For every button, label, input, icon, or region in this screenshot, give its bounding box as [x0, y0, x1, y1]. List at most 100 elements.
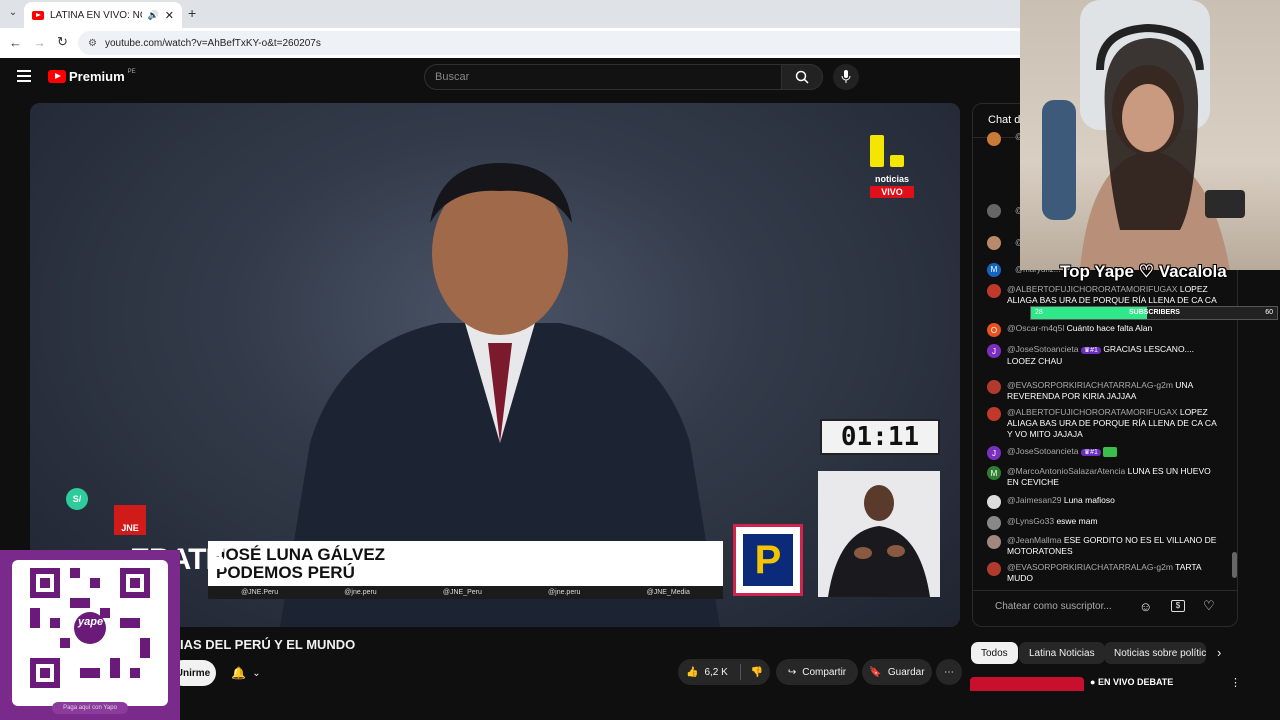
- member-badge-rank: #1: [1090, 347, 1098, 354]
- candidate-party: PODEMOS PERÚ: [216, 563, 355, 582]
- share-label: Compartir: [802, 666, 847, 678]
- youtube-logo-icon: [48, 70, 66, 83]
- new-tab-icon[interactable]: +: [188, 5, 196, 21]
- socials-strip: @JNE.Peru @jne.peru @JNE_Peru @jne.peru …: [208, 586, 723, 599]
- hamburger-menu-icon[interactable]: [17, 70, 31, 82]
- member-badge: ♛#1: [1080, 449, 1101, 456]
- url-text: youtube.com/watch?v=AhBefTxKY-o&t=260207…: [104, 37, 321, 49]
- yape-coin-icon: S/: [66, 488, 88, 510]
- chat-message: @EVASORPORKIRIACHATARRALAG-g2m UNA REVER…: [987, 380, 1217, 402]
- latina-logo-text: noticias: [874, 174, 909, 184]
- chat-avatar: M: [987, 466, 1001, 480]
- chat-author[interactable]: @JoseSotoancieta: [1007, 446, 1078, 456]
- chat-message: @ALBERTOFUJICHORORATAMORIFUGAX LOPEZ ALI…: [987, 407, 1217, 440]
- search-button[interactable]: [781, 64, 823, 90]
- chat-scrollbar[interactable]: [1232, 552, 1237, 578]
- tab-list-chevron-icon[interactable]: ⌄: [6, 7, 20, 21]
- related-video-title[interactable]: ● EN VIVO DEBATE: [1090, 677, 1173, 687]
- bookmark-icon: 🔖: [869, 666, 882, 678]
- member-badge-rank: #1: [1090, 449, 1098, 456]
- stream-goal-overlay: Top Yape ♡ Vacalola 28 SUBSCRIBERS 60: [1020, 262, 1280, 322]
- tab-close-icon[interactable]: ✕: [165, 9, 174, 22]
- notifications-button[interactable]: 🔔 ⌄: [222, 660, 270, 686]
- dislike-icon[interactable]: 👎: [751, 667, 763, 678]
- emoji-picker-icon[interactable]: ☺: [1139, 599, 1152, 614]
- save-button[interactable]: 🔖 Guardar: [862, 659, 932, 685]
- chat-text: Luna mafioso: [1063, 495, 1115, 505]
- video-player[interactable]: noticias VIVO 01:11 JOSÉ LUNA GÁLVEZ POD…: [30, 103, 960, 627]
- subscriber-goal-bar: 28 SUBSCRIBERS 60: [1030, 306, 1278, 320]
- chat-author[interactable]: @LynsGo33: [1007, 516, 1054, 526]
- chat-avatar: [987, 562, 1001, 576]
- chat-message: @EVASORPORKIRIACHATARRALAG-g2m TARTA MUD…: [987, 562, 1217, 584]
- more-icon: ⋯: [944, 666, 954, 678]
- site-info-icon[interactable]: ⚙: [88, 38, 97, 49]
- chat-avatar: J: [987, 446, 1001, 460]
- chat-message: M @MarcoAntonioSalazarAtencia LUNA ES UN…: [987, 466, 1217, 488]
- chat-avatar: [987, 516, 1001, 530]
- social-facebook: @JNE.Peru: [241, 589, 279, 596]
- chat-input[interactable]: Chatear como suscriptor...: [995, 601, 1112, 612]
- share-button[interactable]: ↪ Compartir: [776, 659, 858, 685]
- social-x: @JNE_Peru: [442, 589, 482, 596]
- live-badge: VIVO: [870, 186, 914, 198]
- video-title: IAS DEL PERÚ Y EL MUNDO: [180, 637, 356, 652]
- chat-author[interactable]: @EVASORPORKIRIACHATARRALAG-g2m: [1007, 562, 1173, 572]
- heart-icon[interactable]: ♡: [1203, 598, 1215, 614]
- chip-politics[interactable]: Noticias sobre política: [1104, 642, 1206, 664]
- chips-next-icon[interactable]: ›: [1217, 645, 1221, 660]
- sign-language-interpreter: [818, 471, 940, 597]
- chat-avatar: [987, 132, 1001, 146]
- chat-avatar: J: [987, 344, 1001, 358]
- microphone-icon: [841, 70, 851, 83]
- like-icon[interactable]: 👍: [686, 667, 698, 678]
- party-logo: P: [733, 524, 803, 596]
- forward-icon[interactable]: →: [33, 35, 46, 50]
- chat-message: @JeanMallma ESE GORDITO NO ES EL VILLANO…: [987, 535, 1217, 557]
- voice-search-button[interactable]: [833, 64, 859, 90]
- chat-avatar: [987, 236, 1001, 250]
- member-badge: ♛#1: [1080, 347, 1101, 354]
- more-actions-button[interactable]: ⋯: [936, 659, 962, 685]
- interpreter-figure: [828, 485, 930, 597]
- lower-third-name-panel: JOSÉ LUNA GÁLVEZ PODEMOS PERÚ: [208, 541, 723, 586]
- chat-message: J @JoseSotoancieta ♛#1: [987, 446, 1217, 460]
- back-icon[interactable]: ←: [9, 35, 22, 50]
- chip-latina-noticias[interactable]: Latina Noticias: [1019, 642, 1105, 664]
- jne-logo: JNE: [114, 505, 146, 535]
- related-more-icon[interactable]: ⋮: [1230, 676, 1241, 689]
- stream-goal-title: Top Yape ♡ Vacalola: [1060, 262, 1227, 281]
- chat-author[interactable]: @EVASORPORKIRIACHATARRALAG-g2m: [1007, 380, 1173, 390]
- chat-author[interactable]: @JoseSotoancieta: [1007, 344, 1078, 354]
- like-count[interactable]: 6,2 K: [704, 667, 727, 678]
- chat-text: Cuánto hace falta Alan: [1066, 323, 1153, 333]
- goal-target: 60: [1265, 309, 1273, 316]
- chip-all[interactable]: Todos: [971, 642, 1018, 664]
- latina-logo-bar: [870, 135, 884, 167]
- chat-avatar: [987, 284, 1001, 298]
- audio-icon[interactable]: 🔊: [148, 10, 159, 21]
- like-dislike-group: 👍 6,2 K 👎: [678, 659, 770, 685]
- save-label: Guardar: [887, 666, 925, 678]
- chat-author[interactable]: @ALBERTOFUJICHORORATAMORIFUGAX: [1007, 407, 1177, 417]
- search-input[interactable]: Buscar: [424, 64, 782, 90]
- social-youtube: @JNE_Media: [646, 589, 690, 596]
- chat-author[interactable]: @JeanMallma: [1007, 535, 1061, 545]
- youtube-premium-logo[interactable]: Premium PE: [48, 69, 136, 84]
- url-field[interactable]: ⚙ youtube.com/watch?v=AhBefTxKY-o&t=2602…: [78, 31, 1038, 55]
- chat-message: O @Oscar-m4q5l Cuánto hace falta Alan: [987, 323, 1217, 337]
- chat-text: eswe mam: [1056, 516, 1098, 526]
- goal-current: 28: [1035, 309, 1043, 316]
- reload-icon[interactable]: ↻: [57, 34, 68, 50]
- chat-author[interactable]: @MarcoAntonioSalazarAtencia: [1007, 466, 1125, 476]
- chat-avatar: [987, 495, 1001, 509]
- chevron-down-icon: ⌄: [252, 667, 261, 679]
- super-chat-icon[interactable]: $: [1171, 600, 1185, 612]
- browser-tab[interactable]: LATINA EN VIVO: NOTICIAS 🔊 ✕: [24, 2, 182, 28]
- related-video-thumbnail[interactable]: [970, 677, 1084, 691]
- yape-caption: Paga aquí con Yapo: [52, 702, 128, 714]
- chat-author[interactable]: @Oscar-m4q5l: [1007, 323, 1064, 333]
- chat-author[interactable]: @Jaimesan29: [1007, 495, 1061, 505]
- webcam-scene: [1042, 0, 1245, 270]
- related-video-title-text: EN VIVO DEBATE: [1097, 677, 1174, 687]
